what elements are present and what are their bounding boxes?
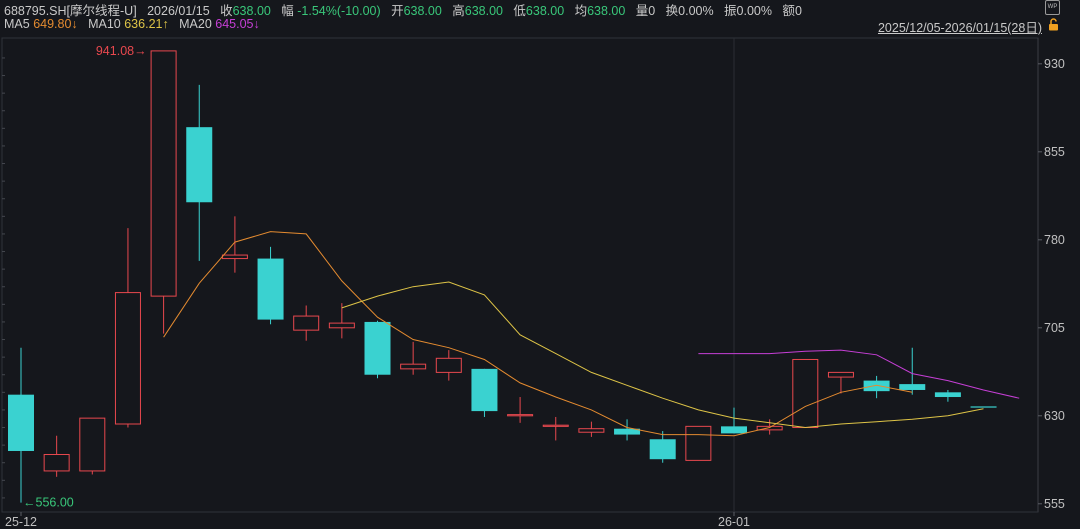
candle-body [934,392,961,398]
candle-body [364,321,391,375]
high-value: 638.00 [464,4,503,18]
candle-body [827,371,854,378]
candle-body [328,322,355,329]
quote-date: 2026/01/15 [147,4,210,18]
ma10-label: MA10 [88,17,121,31]
x-tick-label: 26-01 [718,515,750,529]
candle-body [293,315,320,331]
ma5-label: MA5 [4,17,30,31]
date-range-selector[interactable]: 2025/12/05-2026/01/15(28日) [878,17,1042,36]
y-tick-label: 930 [1044,57,1065,71]
y-tick-label: 555 [1044,497,1065,511]
candle-body [8,394,34,451]
low-price-label: ←556.00 [23,496,74,510]
wp-icon[interactable]: WP [1045,0,1060,15]
candle-body [400,363,427,370]
high-price-label: 941.08→ [96,44,147,58]
candle-body [79,417,106,472]
candle-body [863,380,890,392]
turnover-label: 换 [665,4,679,18]
ma-legend: MA5 649.80↓ MA10 636.21↑ MA20 645.05↓ [4,17,260,31]
candle-body [721,426,747,434]
y-tick-label: 705 [1044,321,1065,335]
open-label: 开 [391,4,404,18]
candle-body [221,254,248,260]
ma5-value: 649.80↓ [33,17,78,31]
amount-label: 额 [782,4,795,18]
candle-body [186,127,213,203]
candle-body [257,258,284,320]
ma10-value: 636.21↑ [124,17,169,31]
low-label: 低 [513,4,526,18]
ma-lines [163,231,1020,437]
change-label: 幅 [281,4,294,18]
candle-body [43,454,70,472]
close-value: 638.00 [232,4,271,18]
amount-value: 0 [794,4,802,18]
avg-label: 均 [574,4,588,18]
candle-body [542,424,569,427]
open-value: 638.00 [403,4,442,18]
candle-body [685,425,712,461]
x-tick-label: 25-12 [5,515,37,529]
candle-body [792,358,819,429]
y-tick-label: 855 [1044,145,1065,159]
volume-value: 0 [648,4,656,18]
y-tick-label: 780 [1044,233,1065,247]
candles [8,50,997,503]
low-value: 638.00 [525,4,565,18]
x-axis: 25-12 26-01 [2,511,1038,529]
candle-body [435,357,462,373]
avg-value: 638.00 [587,4,626,18]
candle-body [899,384,926,390]
change-value: -1.54%(-10.00) [297,4,381,18]
lock-icon[interactable] [1047,18,1060,31]
stock-code[interactable]: 688795.SH[摩尔线程-U] [4,4,137,18]
turnover-value: 0.00% [678,4,714,18]
ma10-line [341,281,984,429]
candle-body [649,439,676,460]
ma20-value: 645.05↓ [215,17,260,31]
candlestick-chart: 555 630 705 780 855 930 25-12 26-01 941.08→ ←55… [1,37,1065,529]
volume-label: 量 [635,4,649,18]
candle-body [114,292,141,425]
candle-body [150,50,177,297]
amplitude-value: 0.00% [736,4,772,18]
candle-body [578,428,605,433]
candle-body [471,368,498,412]
high-label: 高 [452,4,465,18]
y-tick-label: 630 [1044,409,1065,423]
candle-body [507,414,534,417]
ma20-label: MA20 [179,17,212,31]
amplitude-label: 振 [724,4,737,18]
ma20-line [698,349,1020,399]
candle-body [970,406,997,408]
close-label: 收 [220,4,233,18]
